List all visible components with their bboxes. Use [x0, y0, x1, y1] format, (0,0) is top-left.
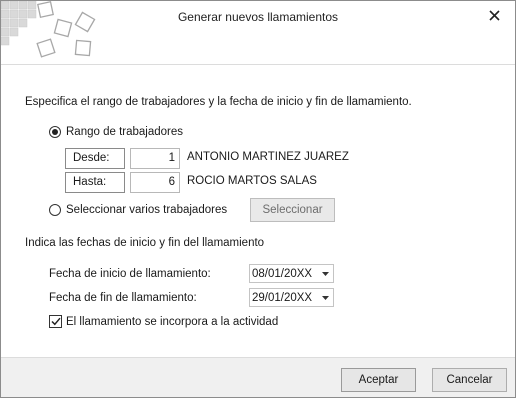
to-worker-name: ROCIO MARTOS SALAS — [187, 175, 317, 187]
range-workers-radio[interactable]: Rango de trabajadores — [49, 126, 183, 138]
activity-checkbox-label: El llamamiento se incorpora a la activid… — [66, 315, 279, 328]
dropdown-arrow-icon[interactable] — [317, 289, 333, 306]
generate-calls-dialog: Generar nuevos llamamientos Especifica e… — [0, 0, 516, 398]
end-date-value: 29/01/20XX — [252, 291, 313, 304]
range-workers-label: Rango de trabajadores — [66, 126, 183, 138]
end-date-picker[interactable]: 29/01/20XX — [249, 288, 334, 307]
to-worker-input[interactable]: 6 — [130, 172, 180, 193]
dates-heading: Indica las fechas de inicio y fin del ll… — [25, 237, 265, 249]
start-date-picker[interactable]: 08/01/20XX — [249, 264, 334, 283]
activity-checkbox[interactable] — [49, 315, 62, 328]
cancel-button[interactable]: Cancelar — [432, 368, 507, 392]
header-separator — [1, 64, 515, 65]
dialog-footer: Aceptar Cancelar — [1, 357, 515, 397]
radio-button-selected[interactable] — [49, 126, 61, 138]
window-title: Generar nuevos llamamientos — [177, 10, 339, 24]
select-multiple-radio[interactable]: Seleccionar varios trabajadores — [49, 204, 227, 216]
intro-text: Especifica el rango de trabajadores y la… — [25, 96, 412, 108]
select-multiple-label: Seleccionar varios trabajadores — [66, 204, 228, 216]
start-date-label: Fecha de inicio de llamamiento: — [49, 268, 211, 280]
checkmark-icon — [50, 317, 61, 326]
to-label: Hasta: — [65, 172, 125, 193]
title-bar: Generar nuevos llamamientos — [1, 1, 515, 58]
start-date-value: 08/01/20XX — [252, 267, 313, 280]
close-icon — [488, 9, 500, 21]
radio-button-unselected[interactable] — [49, 204, 61, 216]
end-date-label: Fecha de fin de llamamiento: — [49, 292, 197, 304]
from-worker-name: ANTONIO MARTINEZ JUAREZ — [187, 151, 349, 163]
dropdown-arrow-icon[interactable] — [317, 265, 333, 282]
from-worker-input[interactable]: 1 — [130, 148, 180, 169]
from-label: Desde: — [65, 148, 125, 169]
select-workers-button[interactable]: Seleccionar — [250, 198, 335, 222]
close-button[interactable] — [481, 4, 507, 26]
accept-button[interactable]: Aceptar — [341, 368, 416, 392]
activity-checkbox-row[interactable]: El llamamiento se incorpora a la activid… — [49, 315, 278, 328]
